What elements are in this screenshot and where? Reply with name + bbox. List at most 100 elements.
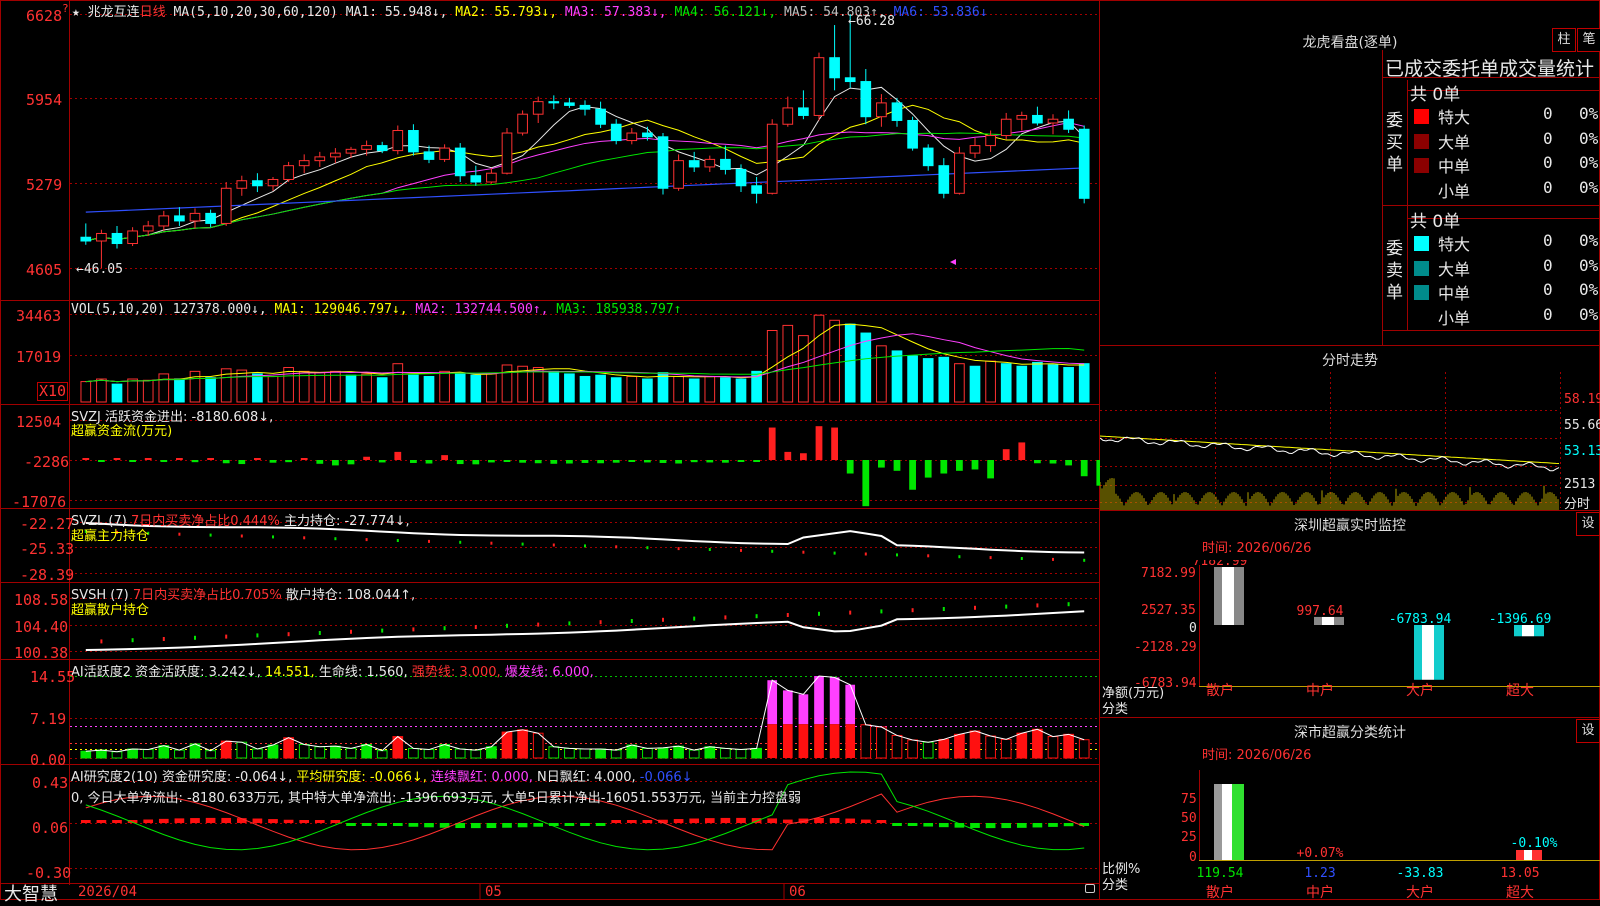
fund-flow-bar [597,460,604,464]
active-burst-bar [845,684,856,725]
candle [595,101,606,129]
main-position-tick [365,538,368,542]
candle-body [891,102,903,121]
order-color-swatch [1414,133,1429,149]
fund-flow-bar [909,460,916,490]
monitor-value-label: 7182.99 [1193,560,1248,569]
fund-flow-bar [878,460,885,468]
volume-bar [673,375,684,403]
main-position-tick [178,532,181,536]
volume-bar [548,370,560,403]
candle-body [938,165,950,194]
ma120-line [85,167,1085,213]
intraday-chart[interactable] [1100,372,1560,510]
kline-chart[interactable] [70,0,1100,885]
active-bar [408,747,419,759]
research-bar [564,823,575,826]
active-bar [954,733,965,759]
research-bar [268,819,278,823]
volume-bar [486,373,497,403]
stroke-view-button[interactable]: 笔 [1577,28,1600,52]
volume-bar [439,370,450,403]
retail-position-tick [818,611,820,616]
research-bar [938,823,949,828]
ai-research-b: 资金研究度: -0.064↓, [161,770,293,785]
sz-monitor-settings-button[interactable]: 设 [1576,512,1600,536]
research-bar [299,820,310,823]
candle-body [688,160,700,168]
low-value: 46.05 [83,262,123,277]
price-axis-top: 6628 [26,7,63,25]
candle-body [470,175,482,183]
volume-bar [642,378,653,403]
candle-body [376,145,388,152]
main-position-tick [958,555,961,559]
candle [111,225,123,249]
candle-body [844,77,856,83]
stat-pct-label: -0.10% [1511,836,1558,851]
volume-bar [392,363,404,403]
candle-body [548,101,560,104]
research-bar [346,823,356,826]
active-burst-bar [814,676,824,725]
fund-flow-bar [628,460,636,462]
volume-bar [657,372,669,403]
active-bar [969,730,981,759]
monitor-positive-bar [1222,567,1234,625]
candle [330,148,341,164]
stat-pct-label: +0.07% [1297,846,1344,861]
monitor-negative-bar [1414,625,1422,680]
volume-bar [267,375,279,403]
candle-body [751,185,762,194]
sz-stat-settings-button[interactable]: 设 [1576,719,1600,743]
candle [688,151,700,172]
volume-bar [283,367,294,403]
volume-bar [891,350,903,403]
candle [938,158,950,199]
order-color-swatch [1414,158,1429,173]
active-bar [548,746,560,759]
fund-flow-bar [768,427,776,460]
main-position-tick [272,535,274,539]
active-bar [626,744,638,759]
candle-body [532,101,544,115]
fund-flow-bar [394,451,402,460]
fund-flow-bar [1034,460,1041,464]
retail-position-tick [131,638,134,643]
active-bar [486,746,497,759]
retail-position-tick [318,631,321,635]
fund-flow-bar [363,456,370,460]
active-bar [111,751,123,759]
fund-flow-bar [82,458,90,460]
active-bar [501,731,513,759]
candle-body [174,215,185,222]
order-percent: 0% [1579,153,1599,172]
vol-axis-top: 34463 [16,307,62,325]
research-bar [970,823,980,828]
fund-flow-bar [222,460,230,464]
fund-flow-bar [566,460,573,464]
active-bar [158,745,170,759]
candle-body [408,130,419,153]
volume-bar [564,373,575,403]
active-bar [642,747,653,759]
ai-research-e: N日飘红: 4.000, [537,770,636,785]
active-bar [127,748,138,759]
bar-view-button[interactable]: 柱 [1552,28,1576,52]
candle [127,227,138,247]
active-bar [376,750,388,759]
active-bar [423,749,435,759]
volume-bar [408,374,419,403]
fund-flow-bar [831,427,838,460]
active-bar [688,749,700,759]
candle-body [579,104,591,110]
fund-flow-bar [191,460,199,463]
fund-flow-bar [472,460,480,465]
active-burst-bar [782,690,793,725]
retail-position-tick [630,619,633,623]
research-bar [736,817,746,823]
svzl-axis-mid: -25.33 [20,540,75,558]
candle-body [314,156,326,162]
candle [470,165,482,186]
ai-active-line: AI活跃度2 资金活跃度: 3.242↓, 14.551, 生命线: 1.560… [71,661,594,680]
